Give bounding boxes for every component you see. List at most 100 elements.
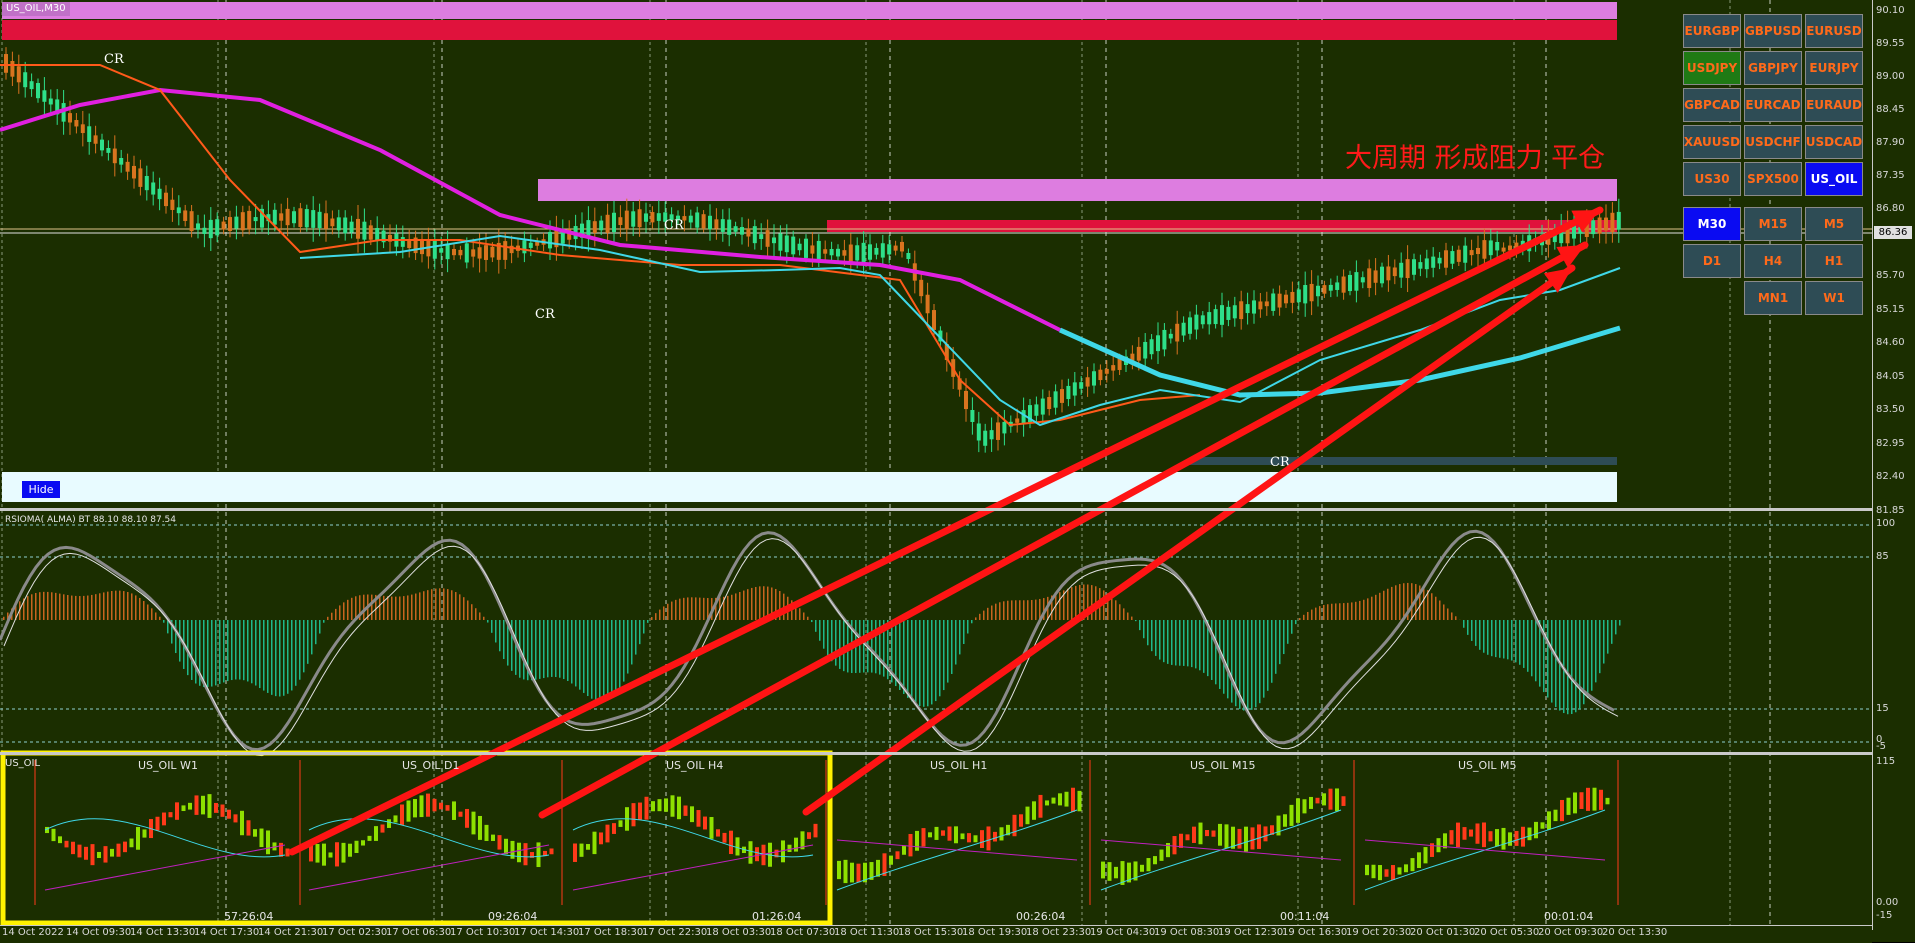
- histogram-bar: [335, 609, 337, 620]
- symbol-button-eurusd[interactable]: EURUSD: [1805, 14, 1863, 48]
- timeframe-button-m15[interactable]: M15: [1744, 207, 1802, 241]
- histogram-bar: [387, 596, 389, 620]
- symbol-button-eurgbp[interactable]: EURGBP: [1683, 14, 1741, 48]
- candle-body: [900, 242, 904, 252]
- histogram-bar: [815, 620, 817, 632]
- histogram-bar: [491, 620, 493, 633]
- candle-body: [804, 239, 808, 258]
- histogram-bar: [1015, 600, 1017, 620]
- histogram-bar: [123, 591, 125, 620]
- histogram-bar: [399, 596, 401, 620]
- symbol-button-us30[interactable]: US30: [1683, 162, 1741, 196]
- mini-candle: [52, 829, 56, 841]
- time-axis-label: 20 Oct 13:30: [1602, 927, 1667, 938]
- histogram-bar: [1503, 620, 1505, 658]
- timeframe-button-mn1[interactable]: MN1: [1744, 281, 1802, 315]
- mini-candle: [1000, 827, 1004, 840]
- symbol-button-eurcad[interactable]: EURCAD: [1744, 88, 1802, 122]
- candle-body: [727, 220, 731, 235]
- mini-candle: [400, 805, 404, 825]
- histogram-bar: [1243, 620, 1245, 711]
- symbol-button-usdcad[interactable]: USDCAD: [1805, 125, 1863, 159]
- pane-separator-main[interactable]: [0, 508, 1872, 511]
- symbol-button-us_oil[interactable]: US_OIL: [1805, 162, 1863, 196]
- candle-body: [1348, 275, 1352, 291]
- timeframe-button-m30[interactable]: M30: [1683, 207, 1741, 241]
- symbol-button-usdjpy[interactable]: USDJPY: [1683, 51, 1741, 85]
- symbol-button-gbpcad[interactable]: GBPCAD: [1683, 88, 1741, 122]
- candle-body: [369, 225, 373, 239]
- symbol-button-gbpjpy[interactable]: GBPJPY: [1744, 51, 1802, 85]
- mini-candle: [1186, 834, 1190, 840]
- mini-candle: [279, 843, 283, 857]
- symbol-button-gbpusd[interactable]: GBPUSD: [1744, 14, 1802, 48]
- mini-candle: [1342, 796, 1346, 806]
- histogram-bar: [947, 620, 949, 683]
- mini-candle: [452, 801, 456, 820]
- histogram-bar: [1023, 600, 1025, 620]
- mini-candle: [1573, 792, 1577, 813]
- mini-candle: [1495, 829, 1499, 846]
- mini-candle: [472, 812, 476, 835]
- candle-body: [196, 223, 200, 229]
- mini-candle: [498, 835, 502, 849]
- candle-body: [1412, 259, 1416, 275]
- histogram-bar: [1235, 620, 1237, 706]
- candle-body: [638, 209, 642, 227]
- histogram-bar: [459, 594, 461, 620]
- symbol-button-spx500[interactable]: SPX500: [1744, 162, 1802, 196]
- candle-body: [311, 210, 315, 228]
- symbol-button-eurjpy[interactable]: EURJPY: [1805, 51, 1863, 85]
- histogram-bar: [1007, 601, 1009, 620]
- candle-body: [241, 212, 245, 230]
- candle-body: [1406, 259, 1410, 278]
- histogram-bar: [95, 594, 97, 620]
- candle-body: [1450, 251, 1454, 264]
- histogram-bar: [303, 620, 305, 672]
- timeframe-button-h1[interactable]: H1: [1805, 244, 1863, 278]
- histogram-bar: [307, 620, 309, 664]
- chart-canvas[interactable]: CRCRCRCR: [0, 0, 1915, 942]
- mini-candle: [162, 813, 166, 826]
- timeframe-button-w1[interactable]: W1: [1805, 281, 1863, 315]
- mini-candle: [1508, 832, 1512, 845]
- symbol-button-usdchf[interactable]: USDCHF: [1744, 125, 1802, 159]
- mini-candle: [1251, 827, 1255, 849]
- candle-body: [452, 249, 456, 255]
- histogram-bar: [247, 620, 249, 681]
- pane-separator-indicator[interactable]: [0, 752, 1872, 755]
- histogram-bar: [1383, 591, 1385, 620]
- timeframe-button-h4[interactable]: H4: [1744, 244, 1802, 278]
- histogram-bar: [911, 620, 913, 701]
- histogram-bar: [1555, 620, 1557, 707]
- candle-body: [1438, 258, 1442, 264]
- histogram-bar: [1151, 620, 1153, 651]
- histogram-bar: [951, 620, 953, 674]
- histogram-bar: [727, 596, 729, 620]
- timeframe-button-d1[interactable]: D1: [1683, 244, 1741, 278]
- candle-body: [465, 243, 469, 262]
- histogram-bar: [351, 598, 353, 620]
- symbol-button-euraud[interactable]: EURAUD: [1805, 88, 1863, 122]
- mini-candle: [316, 844, 320, 863]
- mini-candle: [84, 847, 88, 860]
- histogram-bar: [111, 591, 113, 620]
- symbol-button-xauusd[interactable]: XAUUSD: [1683, 125, 1741, 159]
- histogram-bar: [315, 620, 317, 644]
- histogram-bar: [1363, 600, 1365, 620]
- mini-candle: [253, 829, 257, 837]
- time-axis-label: 18 Oct 07:30: [770, 927, 835, 938]
- timeframe-button-m5[interactable]: M5: [1805, 207, 1863, 241]
- price-axis-label: 85.15: [1876, 304, 1905, 315]
- mini-candle: [182, 805, 186, 811]
- trading-chart-window[interactable]: CRCRCRCR US_OIL,M30 90.1089.5589.0088.45…: [0, 0, 1915, 942]
- candle-body: [330, 219, 334, 227]
- candle-body: [362, 222, 366, 240]
- histogram-bar: [1091, 585, 1093, 620]
- hide-button[interactable]: Hide: [22, 481, 60, 498]
- histogram-bar: [1283, 620, 1285, 654]
- time-axis-label: 17 Oct 14:30: [514, 927, 579, 938]
- mini-candle: [954, 826, 958, 843]
- candle-body: [1246, 304, 1250, 313]
- histogram-bar: [1451, 612, 1453, 620]
